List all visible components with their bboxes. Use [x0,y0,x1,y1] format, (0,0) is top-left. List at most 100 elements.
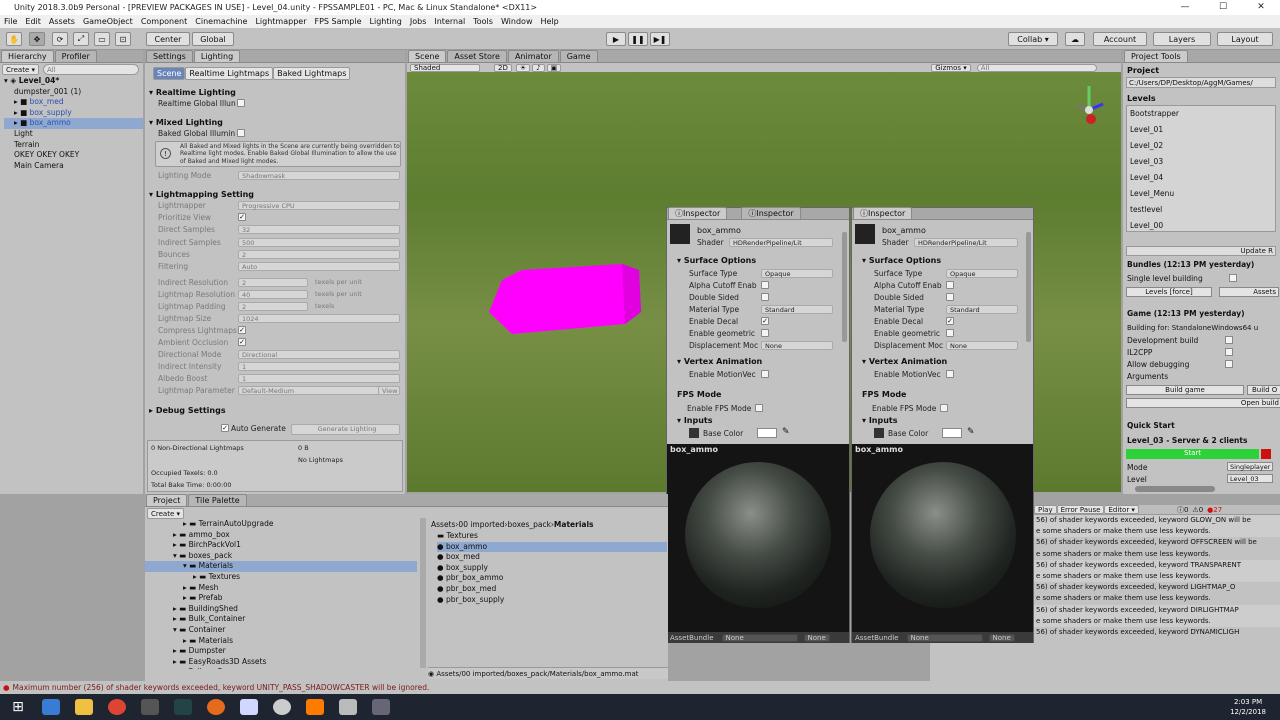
asset-bundle-variant-dropdown[interactable]: None [803,633,830,642]
levels-force-button[interactable]: Levels [force] [1126,287,1212,297]
field-dropdown[interactable]: Standard [761,305,833,314]
build-other-button[interactable]: Build O [1247,385,1280,395]
auto-generate-checkbox[interactable]: ✓ [221,424,229,432]
shader-dropdown[interactable]: HDRenderPipeline/Lit [729,238,833,247]
project-file[interactable]: ● box_med [437,552,667,563]
project-folder[interactable]: ▸ ▬ Mesh [145,583,417,594]
section-header[interactable]: ▾ Surface Options [677,256,756,265]
hierarchy-item[interactable]: ▸ ■ box_ammo [4,118,143,129]
section-header[interactable]: ▾ Inputs [677,416,713,425]
hierarchy-item[interactable]: Main Camera [4,161,143,172]
field-dropdown[interactable]: None [761,341,833,350]
console-log-line[interactable]: e some shaders or make them use less key… [1034,615,1280,627]
taskbar-clock[interactable]: 2:03 PM 12/2/2018 [1230,697,1266,717]
tab-scene-1[interactable]: Asset Store [447,50,507,62]
maximize-button[interactable]: ☐ [1204,0,1242,15]
lm-row-value[interactable]: 500 [238,237,400,247]
gizmos-dropdown[interactable]: Gizmos ▾ [931,63,971,72]
play-button[interactable]: ▶ [606,32,626,46]
account-button[interactable]: Account [1093,32,1147,46]
console-log-line[interactable]: 56) of shader keywords exceeded, keyword… [1034,537,1280,548]
lm-row-checkbox[interactable]: ✓ [238,213,246,222]
menu-item-jobs[interactable]: Jobs [410,17,427,26]
level-item[interactable]: testlevel [1127,202,1275,218]
project-folder[interactable]: ▸ ▬ EasyRoads3D Assets [145,657,417,668]
project-create-button[interactable]: Create ▾ [147,508,184,519]
level-item[interactable]: Level_03 [1127,154,1275,170]
single-level-checkbox[interactable] [1229,274,1237,282]
windows-start-icon[interactable]: ⊞ [9,699,27,715]
warning-count[interactable]: ⚠0 [1192,506,1203,514]
build-option-checkbox[interactable] [1225,360,1233,368]
lighting-subtab-2[interactable]: Baked Lightmaps [273,67,351,80]
console-log-line[interactable]: e some shaders or make them use less key… [1034,593,1280,604]
hierarchy-item[interactable]: Light [4,129,143,140]
error-pause-toggle[interactable]: Error Pause [1056,505,1105,514]
lighting-subtab-0[interactable]: Scene [153,67,186,80]
tab-inspector[interactable]: ⓘ Inspector [853,207,913,219]
asset-bundle-dropdown[interactable]: None [906,633,983,642]
scene-search-input[interactable]: All [976,63,1097,72]
lm-row-value[interactable]: 32 [238,225,400,235]
layout-button[interactable]: Layout [1217,32,1273,46]
project-folder[interactable]: ▾ ▬ Container [145,625,417,636]
menu-item-fps-sample[interactable]: FPS Sample [314,17,361,26]
lm-row-value[interactable]: 2 [238,278,308,287]
section-header[interactable]: ▾ Vertex Animation [862,357,947,366]
project-folder[interactable]: ▸ ▬ BuildingShed [145,604,417,615]
field-checkbox[interactable] [761,293,769,301]
log-count[interactable]: ⓘ0 [1177,505,1188,515]
tab-inspector-floating[interactable]: ⓘ Inspector [741,207,801,219]
menu-item-help[interactable]: Help [540,17,558,26]
editor-dropdown[interactable]: Editor ▾ [1104,505,1139,514]
breadcrumb-item[interactable]: boxes_pack [508,520,551,529]
lm-row-value[interactable]: Auto [238,262,400,271]
layers-button[interactable]: Layers [1153,32,1211,46]
asset-bundle-variant-dropdown[interactable]: None [988,633,1015,642]
debug-settings-header[interactable]: ▸ Debug Settings [149,406,226,415]
pivot-global-button[interactable]: Global [192,32,234,46]
eyedropper-icon[interactable]: ✎ [782,427,790,437]
rotate-tool-icon[interactable]: ⟳ [52,32,68,46]
project-file[interactable]: ● box_ammo [437,541,667,553]
tab-settings[interactable]: Settings [146,50,193,62]
menu-item-gameobject[interactable]: GameObject [83,17,133,26]
step-button[interactable]: ▶❚ [650,32,670,46]
mode-dropdown[interactable]: Singleplayer [1227,462,1273,471]
console-log-line[interactable]: 56) of shader keywords exceeded, keyword… [1034,515,1280,527]
field-dropdown[interactable]: Opaque [761,269,833,278]
app-icon[interactable] [141,699,159,715]
realtime-gi-checkbox[interactable] [237,99,245,107]
pause-button[interactable]: ❚❚ [628,32,648,46]
start-button[interactable]: Start [1126,449,1259,459]
console-log-line[interactable]: e some shaders or make them use less key… [1034,526,1280,538]
hand-tool-icon[interactable]: ✋ [6,32,22,46]
field-checkbox[interactable] [946,281,954,289]
field-dropdown[interactable]: Standard [946,305,1018,314]
project-folder[interactable]: ▸ ▬ Textures [145,572,417,583]
level-item[interactable]: Level_04 [1127,170,1275,186]
project-folder[interactable]: ▸ ▬ Prefab [145,593,417,604]
breadcrumb-item[interactable]: Materials [554,520,594,529]
tab-scene-2[interactable]: Animator [507,50,559,62]
eyedropper-icon[interactable]: ✎ [967,427,975,437]
minimize-button[interactable]: — [1166,0,1204,15]
stop-button[interactable] [1261,449,1271,459]
base-color-swatch[interactable] [757,428,777,438]
base-color-swatch[interactable] [942,428,962,438]
lm-row-value[interactable]: Directional [238,350,400,359]
chrome-icon[interactable] [108,699,126,715]
mixed-lighting-header[interactable]: ▾ Mixed Lighting [149,118,223,127]
2d-toggle[interactable]: 2D [494,63,512,72]
menu-item-file[interactable]: File [4,17,17,26]
field-checkbox[interactable] [946,293,954,301]
lm-row-value[interactable]: Default-Medium [238,386,400,395]
build-option-checkbox[interactable] [1225,336,1233,344]
console-log-line[interactable]: 56) of shader keywords exceeded, keyword… [1034,627,1280,638]
lm-row-checkbox[interactable]: ✓ [238,338,246,346]
project-file[interactable]: ● pbr_box_ammo [437,573,667,584]
clear-on-play-toggle[interactable]: Play [1034,505,1057,514]
steam-icon[interactable] [174,699,192,715]
project-path-field[interactable]: C:/Users/DP/Desktop/AggM/Games/ [1126,77,1276,88]
menu-item-component[interactable]: Component [141,17,187,26]
